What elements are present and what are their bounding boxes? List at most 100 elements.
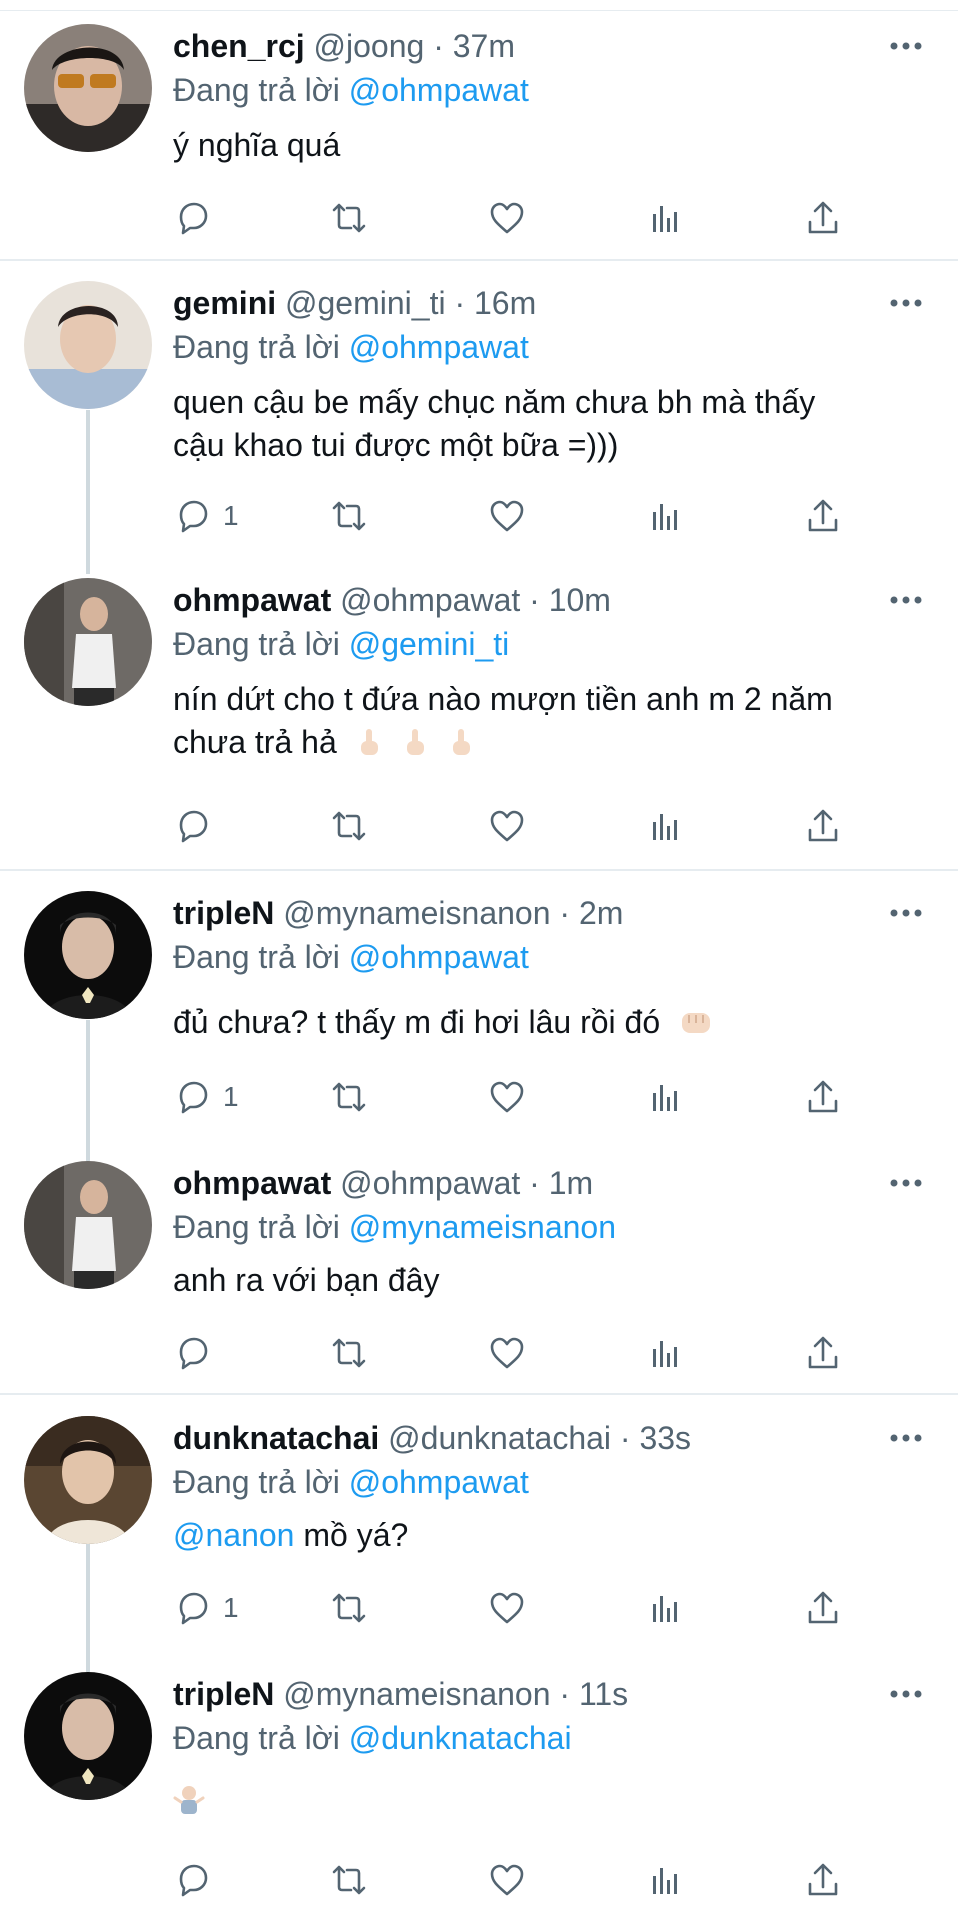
avatar[interactable] xyxy=(24,281,152,409)
retweet-button[interactable] xyxy=(329,1586,369,1630)
more-icon[interactable] xyxy=(888,1169,924,1197)
tweet-text-line: cậu khao tui được một bữa =))) xyxy=(173,427,619,463)
tweet[interactable]: tripleN @mynameisnanon · 2m Đang trả lời… xyxy=(0,891,958,1139)
share-button[interactable] xyxy=(803,1075,843,1119)
mention-link[interactable]: @nanon xyxy=(173,1517,294,1553)
action-bar xyxy=(173,1331,893,1375)
display-name[interactable]: tripleN xyxy=(173,895,274,931)
retweet-button[interactable] xyxy=(329,196,369,240)
handle[interactable]: @ohmpawat xyxy=(340,1165,520,1201)
share-button[interactable] xyxy=(803,1858,843,1902)
handle[interactable]: @gemini_ti xyxy=(285,285,446,321)
share-button[interactable] xyxy=(803,804,843,848)
reply-to-link[interactable]: @ohmpawat xyxy=(349,1464,529,1500)
handle[interactable]: @joong xyxy=(314,28,425,64)
timestamp[interactable]: 2m xyxy=(579,895,623,931)
replying-label: Đang trả lời xyxy=(173,1720,340,1756)
timestamp[interactable]: 16m xyxy=(474,285,536,321)
tweet-header: tripleN @mynameisnanon · 11s xyxy=(173,1672,628,1716)
timestamp[interactable]: 11s xyxy=(579,1676,628,1712)
avatar[interactable] xyxy=(24,1161,152,1289)
avatar[interactable] xyxy=(24,1672,152,1800)
views-icon xyxy=(653,1341,677,1367)
display-name[interactable]: chen_rcj xyxy=(173,28,305,64)
display-name[interactable]: ohmpawat xyxy=(173,1165,331,1201)
handle[interactable]: @mynameisnanon xyxy=(283,895,550,931)
avatar[interactable] xyxy=(24,891,152,1019)
timestamp[interactable]: 1m xyxy=(549,1165,593,1201)
reply-to-link[interactable]: @gemini_ti xyxy=(349,626,510,662)
tweet[interactable]: dunknatachai @dunknatachai · 33s Đang tr… xyxy=(0,1416,958,1646)
like-button[interactable] xyxy=(487,196,527,240)
share-button[interactable] xyxy=(803,196,843,240)
more-icon[interactable] xyxy=(888,289,924,317)
display-name[interactable]: ohmpawat xyxy=(173,582,331,618)
reply-icon xyxy=(179,1864,208,1897)
views-button[interactable] xyxy=(645,1586,685,1630)
avatar[interactable] xyxy=(24,24,152,152)
like-button[interactable] xyxy=(487,1075,527,1119)
display-name[interactable]: tripleN xyxy=(173,1676,274,1712)
share-icon xyxy=(808,1336,838,1369)
views-button[interactable] xyxy=(645,804,685,848)
more-icon[interactable] xyxy=(888,1680,924,1708)
hand-emoji-icon xyxy=(452,729,470,755)
like-button[interactable] xyxy=(487,1331,527,1375)
reply-to-link[interactable]: @ohmpawat xyxy=(349,72,529,108)
reply-button[interactable]: 1 xyxy=(173,1586,239,1630)
retweet-button[interactable] xyxy=(329,804,369,848)
tweet-text: nín dứt cho t đứa nào mượn tiền anh m 2 … xyxy=(173,678,913,764)
retweet-button[interactable] xyxy=(329,1858,369,1902)
reply-button[interactable] xyxy=(173,196,213,240)
reply-button[interactable] xyxy=(173,1331,213,1375)
views-button[interactable] xyxy=(645,1075,685,1119)
timestamp[interactable]: 37m xyxy=(453,28,515,64)
retweet-button[interactable] xyxy=(329,1075,369,1119)
reply-icon xyxy=(179,810,208,843)
avatar[interactable] xyxy=(24,578,152,706)
more-icon[interactable] xyxy=(888,1424,924,1452)
replying-label: Đang trả lời xyxy=(173,1464,340,1500)
replying-label: Đang trả lời xyxy=(173,72,340,108)
reply-icon xyxy=(179,1592,208,1625)
reply-button[interactable] xyxy=(173,804,213,848)
views-button[interactable] xyxy=(645,1331,685,1375)
share-button[interactable] xyxy=(803,494,843,538)
tweet[interactable]: chen_rcj @joong · 37m Đang trả lời @ohmp… xyxy=(0,24,958,260)
more-icon[interactable] xyxy=(888,899,924,927)
retweet-button[interactable] xyxy=(329,494,369,538)
like-button[interactable] xyxy=(487,1586,527,1630)
views-button[interactable] xyxy=(645,494,685,538)
display-name[interactable]: gemini xyxy=(173,285,276,321)
handle[interactable]: @ohmpawat xyxy=(340,582,520,618)
like-button[interactable] xyxy=(487,804,527,848)
share-button[interactable] xyxy=(803,1586,843,1630)
share-button[interactable] xyxy=(803,1331,843,1375)
tweet[interactable]: gemini @gemini_ti · 16m Đang trả lời @oh… xyxy=(0,281,958,549)
reply-to-link[interactable]: @dunknatachai xyxy=(349,1720,572,1756)
like-button[interactable] xyxy=(487,1858,527,1902)
tweet[interactable]: tripleN @mynameisnanon · 11s Đang trả lờ… xyxy=(0,1672,958,1912)
reply-button[interactable]: 1 xyxy=(173,1075,239,1119)
reply-to-link[interactable]: @mynameisnanon xyxy=(349,1209,616,1245)
reply-button[interactable] xyxy=(173,1858,213,1902)
timestamp[interactable]: 33s xyxy=(639,1420,691,1456)
more-icon[interactable] xyxy=(888,586,924,614)
handle[interactable]: @dunknatachai xyxy=(388,1420,611,1456)
display-name[interactable]: dunknatachai xyxy=(173,1420,379,1456)
avatar[interactable] xyxy=(24,1416,152,1544)
views-button[interactable] xyxy=(645,1858,685,1902)
handle[interactable]: @mynameisnanon xyxy=(283,1676,550,1712)
retweet-icon xyxy=(332,1338,366,1368)
timestamp[interactable]: 10m xyxy=(549,582,611,618)
reply-to-link[interactable]: @ohmpawat xyxy=(349,939,529,975)
tweet[interactable]: ohmpawat @ohmpawat · 10m Đang trả lời @g… xyxy=(0,578,958,848)
tweet[interactable]: ohmpawat @ohmpawat · 1m Đang trả lời @my… xyxy=(0,1161,958,1397)
reply-button[interactable]: 1 xyxy=(173,494,239,538)
more-icon[interactable] xyxy=(888,32,924,60)
like-button[interactable] xyxy=(487,494,527,538)
retweet-button[interactable] xyxy=(329,1331,369,1375)
hand-emoji-icon xyxy=(360,729,378,755)
reply-to-link[interactable]: @ohmpawat xyxy=(349,329,529,365)
views-button[interactable] xyxy=(645,196,685,240)
